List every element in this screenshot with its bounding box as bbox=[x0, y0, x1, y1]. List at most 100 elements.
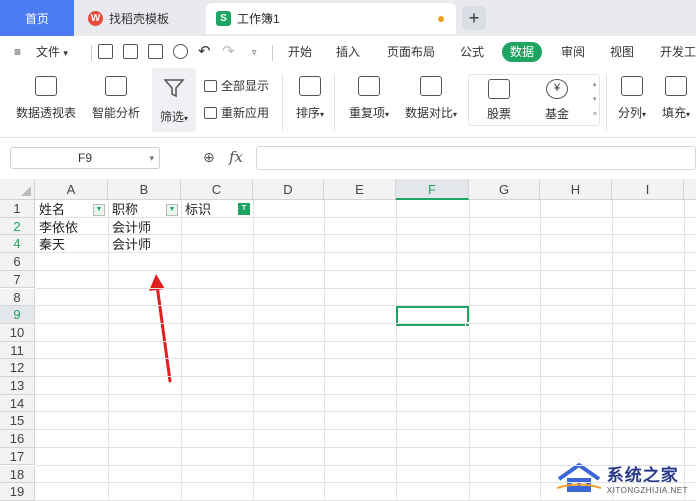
grid-line bbox=[35, 429, 696, 431]
row-header-9[interactable]: 9 bbox=[0, 306, 35, 324]
cell-b1[interactable]: 职称 bbox=[109, 201, 138, 218]
column-header-h[interactable]: H bbox=[540, 179, 612, 200]
column-header-e[interactable]: E bbox=[324, 179, 396, 200]
smart-analysis-button[interactable]: 智能分析 bbox=[88, 76, 144, 121]
row-header-11[interactable]: 11 bbox=[0, 341, 35, 360]
filter-dropdown-a1[interactable]: ▼ bbox=[93, 204, 105, 216]
duplicates-button[interactable]: 重复项▾ bbox=[344, 76, 394, 121]
data-compare-label: 数据对比▾ bbox=[404, 106, 458, 120]
fund-label: 基金 bbox=[544, 107, 569, 121]
row-header-8[interactable]: 8 bbox=[0, 288, 35, 307]
function-icon[interactable]: fx bbox=[229, 148, 243, 166]
cell-b4[interactable]: 会计师 bbox=[109, 236, 151, 253]
reapply-label: 重新应用 bbox=[221, 106, 270, 120]
column-header-a[interactable]: A bbox=[35, 179, 108, 200]
grid-line bbox=[35, 393, 696, 395]
cell-a4[interactable]: 秦天 bbox=[36, 236, 65, 253]
menu-item-page-layout[interactable]: 页面布局 bbox=[387, 42, 435, 62]
stock-button[interactable]: 股票 bbox=[483, 79, 515, 122]
menu-item-view[interactable]: 视图 bbox=[610, 42, 634, 62]
row-header-6[interactable]: 6 bbox=[0, 253, 35, 271]
row-header-14[interactable]: 14 bbox=[0, 394, 35, 413]
file-menu[interactable]: 文件 ▾ bbox=[36, 42, 68, 62]
column-header-f[interactable]: F bbox=[396, 179, 469, 200]
row-header-12[interactable]: 12 bbox=[0, 359, 35, 377]
show-all-label: 全部显示 bbox=[221, 79, 270, 93]
fund-button[interactable]: ¥ 基金 bbox=[541, 79, 573, 122]
split-column-label: 分列▾ bbox=[617, 106, 647, 120]
hamburger-icon[interactable]: ≡ bbox=[14, 42, 21, 62]
chevron-down-icon[interactable]: ▾ bbox=[149, 153, 154, 164]
sort-button[interactable]: 排序▾ bbox=[290, 76, 330, 121]
divider bbox=[334, 74, 335, 130]
print-preview-icon[interactable] bbox=[173, 44, 188, 59]
grid-line bbox=[35, 269, 696, 271]
filter-button[interactable]: 筛选▾ bbox=[152, 68, 196, 132]
grid-line bbox=[35, 305, 696, 307]
grid-line bbox=[612, 200, 613, 501]
name-box[interactable]: F9 ▾ bbox=[10, 147, 160, 169]
row-header-4[interactable]: 4 bbox=[0, 235, 35, 254]
cell-a1[interactable]: 姓名 bbox=[36, 201, 65, 218]
split-column-icon bbox=[621, 76, 643, 96]
menu-item-data[interactable]: 数据 bbox=[502, 42, 543, 62]
select-all-corner[interactable] bbox=[0, 179, 35, 200]
save-icon[interactable] bbox=[98, 44, 113, 59]
row-header-10[interactable]: 10 bbox=[0, 323, 35, 342]
column-header-c[interactable]: C bbox=[181, 179, 253, 200]
menu-item-start[interactable]: 开始 bbox=[288, 42, 312, 62]
menu-item-developer[interactable]: 开发工 bbox=[660, 42, 696, 62]
column-header-i[interactable]: I bbox=[612, 179, 684, 200]
docer-logo-icon: W bbox=[88, 11, 103, 26]
ribbon-data: 数据透视表 智能分析 筛选▾ 全部显示 重新应用 排序▾ 重复项▾ 数据对比▾ … bbox=[0, 68, 696, 138]
row-header-13[interactable]: 13 bbox=[0, 377, 35, 395]
filter-dropdown-b1[interactable]: ▼ bbox=[166, 204, 178, 216]
print-icon[interactable] bbox=[148, 44, 163, 59]
divider bbox=[272, 45, 273, 61]
house-logo-icon bbox=[556, 461, 602, 495]
yen-icon: ¥ bbox=[546, 79, 568, 99]
column-header-g[interactable]: G bbox=[469, 179, 540, 200]
menu-item-review[interactable]: 审阅 bbox=[561, 42, 585, 62]
tab-workbook[interactable]: S 工作簿1 bbox=[206, 3, 456, 34]
redo-icon[interactable]: ↷ bbox=[222, 42, 235, 62]
formula-input[interactable] bbox=[256, 146, 696, 170]
active-filter-icon[interactable]: T bbox=[238, 203, 250, 215]
row-header-1[interactable]: 1 bbox=[0, 200, 35, 218]
quick-access-dropdown-icon[interactable]: ▿ bbox=[252, 42, 257, 62]
undo-icon[interactable]: ↶ bbox=[198, 42, 211, 62]
cell-c1[interactable]: 标识 bbox=[182, 201, 211, 218]
show-all-icon bbox=[204, 79, 217, 92]
export-icon[interactable] bbox=[123, 44, 138, 59]
menu-item-formula[interactable]: 公式 bbox=[460, 42, 484, 62]
split-column-button[interactable]: 分列▾ bbox=[614, 76, 650, 121]
stock-label: 股票 bbox=[486, 107, 511, 121]
show-all-button[interactable]: 全部显示 bbox=[204, 77, 269, 94]
row-header-7[interactable]: 7 bbox=[0, 270, 35, 289]
tab-template[interactable]: W 找稻壳模板 bbox=[78, 3, 204, 34]
filter-label: 筛选▾ bbox=[159, 110, 189, 124]
grid-line bbox=[396, 200, 397, 501]
zoom-icon[interactable]: ⊕ bbox=[203, 149, 215, 166]
row-header-2[interactable]: 2 bbox=[0, 217, 35, 236]
column-header-d[interactable]: D bbox=[253, 179, 324, 200]
row-header-16[interactable]: 16 bbox=[0, 430, 35, 448]
row-header-19[interactable]: 19 bbox=[0, 483, 35, 501]
row-header-17[interactable]: 17 bbox=[0, 447, 35, 466]
grid-line bbox=[540, 200, 541, 501]
duplicates-label: 重复项▾ bbox=[348, 106, 390, 120]
menu-item-insert[interactable]: 插入 bbox=[336, 42, 360, 62]
grid-line bbox=[253, 200, 254, 501]
column-header-j[interactable] bbox=[684, 179, 696, 200]
data-compare-button[interactable]: 数据对比▾ bbox=[402, 76, 460, 121]
row-header-18[interactable]: 18 bbox=[0, 465, 35, 484]
pivot-table-button[interactable]: 数据透视表 bbox=[14, 76, 78, 121]
divider bbox=[91, 45, 92, 61]
new-tab-button[interactable]: + bbox=[462, 6, 486, 30]
reapply-button[interactable]: 重新应用 bbox=[204, 104, 269, 121]
fill-button[interactable]: 填充▾ bbox=[658, 76, 694, 121]
column-header-b[interactable]: B bbox=[108, 179, 181, 200]
row-header-15[interactable]: 15 bbox=[0, 412, 35, 431]
gallery-scroll-arrows[interactable]: ▴ ▾ ≡ bbox=[593, 77, 597, 122]
tab-home[interactable]: 首页 bbox=[0, 0, 74, 36]
